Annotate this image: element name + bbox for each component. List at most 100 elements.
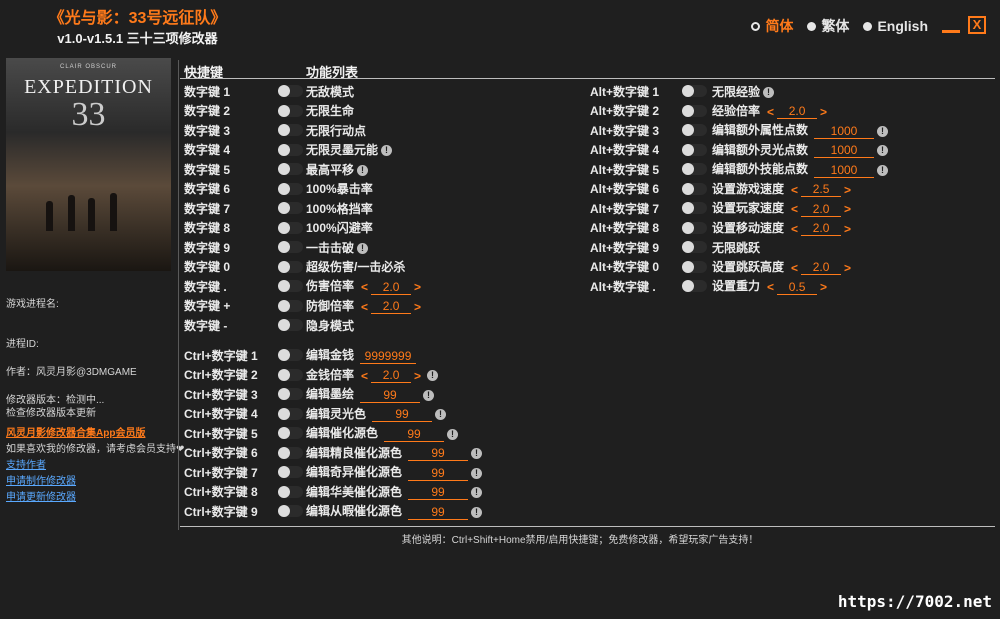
- cheat-toggle[interactable]: [682, 221, 707, 234]
- info-icon[interactable]: !: [435, 409, 447, 421]
- cheat-toggle[interactable]: [278, 124, 303, 136]
- stepper-value[interactable]: 0.5: [777, 280, 818, 295]
- value-input[interactable]: 1000: [814, 163, 875, 178]
- feature-label: 金钱倍率: [306, 367, 355, 382]
- cheat-row: Alt+数字键 2 经验倍率 <2.0 >: [590, 102, 1000, 120]
- decrease-button[interactable]: <: [358, 369, 371, 383]
- increase-button[interactable]: >: [841, 202, 854, 216]
- cheat-toggle[interactable]: [278, 280, 303, 292]
- value-input[interactable]: 9999999: [360, 349, 417, 364]
- increase-button[interactable]: >: [411, 300, 424, 314]
- lang-english[interactable]: English: [863, 18, 928, 34]
- cheat-toggle[interactable]: [682, 241, 707, 253]
- decrease-button[interactable]: <: [788, 222, 801, 236]
- lang-simplified[interactable]: 简体: [751, 16, 793, 36]
- minimize-button[interactable]: [942, 16, 960, 33]
- value-input[interactable]: 99: [408, 446, 469, 462]
- cheat-toggle[interactable]: [278, 299, 303, 312]
- cheat-toggle[interactable]: [682, 104, 707, 117]
- cheat-toggle[interactable]: [278, 368, 303, 381]
- value-input[interactable]: 99: [408, 505, 469, 520]
- info-icon[interactable]: !: [447, 428, 459, 440]
- stepper-value[interactable]: 2.0: [801, 221, 842, 237]
- stepper-value[interactable]: 2.0: [801, 202, 842, 217]
- increase-button[interactable]: >: [817, 280, 830, 294]
- cheat-toggle[interactable]: [682, 143, 707, 156]
- info-icon[interactable]: !: [381, 145, 393, 157]
- request-trainer-link[interactable]: 申请制作修改器: [6, 472, 76, 487]
- stepper-value[interactable]: 2.0: [371, 368, 412, 384]
- decrease-button[interactable]: <: [358, 300, 371, 314]
- info-icon[interactable]: !: [427, 370, 439, 382]
- cheat-toggle[interactable]: [278, 202, 303, 214]
- increase-button[interactable]: >: [841, 183, 854, 197]
- info-icon[interactable]: !: [471, 506, 483, 518]
- increase-button[interactable]: >: [411, 369, 424, 383]
- stepper-value[interactable]: 2.0: [371, 280, 412, 295]
- increase-button[interactable]: >: [817, 105, 830, 119]
- decrease-button[interactable]: <: [788, 202, 801, 216]
- check-update-link[interactable]: 检查修改器版本更新: [6, 404, 96, 419]
- cheat-toggle[interactable]: [278, 241, 303, 253]
- cheat-toggle[interactable]: [682, 182, 707, 195]
- cheat-toggle[interactable]: [278, 260, 303, 273]
- info-icon[interactable]: !: [877, 125, 889, 137]
- decrease-button[interactable]: <: [764, 105, 777, 119]
- value-input[interactable]: 99: [408, 485, 469, 501]
- cheat-toggle[interactable]: [278, 388, 303, 400]
- stepper-value[interactable]: 2.0: [801, 260, 842, 276]
- cheat-toggle[interactable]: [278, 163, 303, 175]
- support-author-link[interactable]: 支持作者: [6, 456, 46, 471]
- cheat-toggle[interactable]: [278, 466, 303, 478]
- cheat-toggle[interactable]: [278, 143, 303, 156]
- info-icon[interactable]: !: [471, 487, 483, 499]
- cheat-toggle[interactable]: [682, 163, 707, 175]
- info-icon[interactable]: !: [471, 467, 483, 479]
- info-icon[interactable]: !: [877, 164, 889, 176]
- cheat-toggle[interactable]: [278, 407, 303, 420]
- info-icon[interactable]: !: [357, 242, 369, 254]
- cheat-toggle[interactable]: [682, 124, 707, 136]
- decrease-button[interactable]: <: [358, 280, 371, 294]
- info-icon[interactable]: !: [357, 164, 369, 176]
- request-update-link[interactable]: 申请更新修改器: [6, 488, 76, 503]
- stepper-value[interactable]: 2.0: [371, 299, 412, 315]
- info-icon[interactable]: !: [877, 145, 889, 157]
- promo-link[interactable]: 风灵月影修改器合集App会员版: [6, 424, 145, 439]
- cheat-toggle[interactable]: [682, 85, 707, 97]
- cheat-toggle[interactable]: [278, 221, 303, 234]
- cheat-row: Alt+数字键 1 无限经验!: [590, 82, 1000, 100]
- hotkey-label: Alt+数字键 3: [590, 123, 660, 138]
- decrease-button[interactable]: <: [788, 183, 801, 197]
- cheat-toggle[interactable]: [278, 505, 303, 517]
- cheat-toggle[interactable]: [278, 319, 303, 331]
- lang-traditional[interactable]: 繁体: [807, 16, 849, 36]
- stepper-value[interactable]: 2.5: [801, 182, 842, 198]
- close-button[interactable]: X: [968, 16, 986, 34]
- value-input[interactable]: 99: [408, 466, 469, 481]
- cheat-toggle[interactable]: [682, 202, 707, 214]
- cheat-toggle[interactable]: [682, 260, 707, 273]
- cheat-toggle[interactable]: [278, 182, 303, 195]
- value-input[interactable]: 99: [360, 388, 421, 403]
- decrease-button[interactable]: <: [788, 261, 801, 275]
- cheat-toggle[interactable]: [278, 427, 303, 439]
- value-input[interactable]: 1000: [814, 143, 875, 159]
- increase-button[interactable]: >: [411, 280, 424, 294]
- info-icon[interactable]: !: [471, 448, 483, 460]
- decrease-button[interactable]: <: [764, 280, 777, 294]
- cheat-toggle[interactable]: [278, 446, 303, 459]
- value-input[interactable]: 99: [372, 407, 433, 423]
- stepper-value[interactable]: 2.0: [777, 104, 818, 120]
- increase-button[interactable]: >: [841, 261, 854, 275]
- cheat-toggle[interactable]: [682, 280, 707, 292]
- cheat-toggle[interactable]: [278, 485, 303, 498]
- info-icon[interactable]: !: [763, 86, 775, 98]
- info-icon[interactable]: !: [423, 389, 435, 401]
- cheat-toggle[interactable]: [278, 85, 303, 97]
- cheat-toggle[interactable]: [278, 349, 303, 361]
- cheat-toggle[interactable]: [278, 104, 303, 117]
- increase-button[interactable]: >: [841, 222, 854, 236]
- value-input[interactable]: 1000: [814, 124, 875, 139]
- value-input[interactable]: 99: [384, 427, 445, 442]
